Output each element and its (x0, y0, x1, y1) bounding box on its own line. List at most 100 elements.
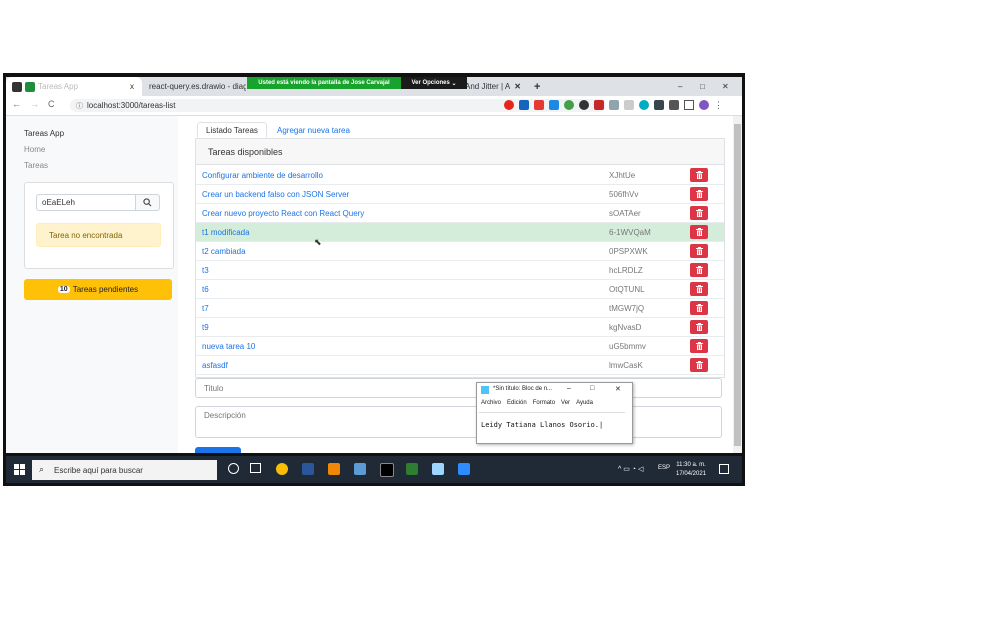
delete-task-button[interactable] (690, 320, 708, 334)
back-icon[interactable]: ← (12, 99, 21, 109)
menu-icon[interactable]: ⋮ (714, 100, 723, 110)
task-title[interactable]: Crear nuevo proyecto React con React Que… (202, 209, 364, 218)
cast-icon[interactable] (684, 100, 694, 110)
submit-button[interactable] (195, 447, 241, 453)
terminal-icon[interactable] (380, 463, 394, 477)
app-icon[interactable] (406, 463, 418, 475)
opera-icon[interactable] (504, 100, 514, 110)
extension-icon[interactable] (594, 100, 604, 110)
extension-icon[interactable] (639, 100, 649, 110)
delete-task-button[interactable] (690, 225, 708, 239)
task-title[interactable]: t3 (202, 266, 209, 275)
extension-icon[interactable] (579, 100, 589, 110)
word-icon[interactable] (302, 463, 314, 475)
reload-icon[interactable]: C (48, 99, 55, 109)
menu-archivo[interactable]: Archivo (481, 400, 501, 406)
tray-icons[interactable]: ^ ▭ ◔ ◁ (618, 465, 643, 473)
tab-tareas-app[interactable]: Tareas App x (6, 77, 142, 96)
extension-icon[interactable] (654, 100, 664, 110)
extension-icon[interactable] (519, 100, 529, 110)
new-tab-button[interactable]: + (534, 77, 546, 96)
menu-ayuda[interactable]: Ayuda (576, 400, 593, 406)
close-window-button[interactable]: ✕ (722, 77, 734, 96)
close-icon[interactable]: x (130, 82, 134, 91)
table-row[interactable]: t9 kgNvasD (196, 318, 724, 337)
task-title[interactable]: nueva tarea 10 (202, 342, 255, 351)
search-input[interactable] (36, 194, 136, 211)
pending-tasks-button[interactable]: 10 Tareas pendientes (24, 279, 172, 300)
table-row[interactable]: asfasdf lmwCasK (196, 356, 724, 375)
table-row[interactable]: t1 modificada 6-1WVQaM (196, 223, 724, 242)
task-title[interactable]: t2 cambiada (202, 247, 246, 256)
menu-edicion[interactable]: Edición (507, 400, 527, 406)
clock-date: 17/04/2021 (676, 471, 707, 477)
zoom-icon[interactable] (458, 463, 470, 475)
page-scrollbar[interactable] (733, 116, 742, 453)
description-input[interactable] (195, 406, 722, 438)
title-input[interactable] (195, 378, 722, 398)
nav-home[interactable]: Home (24, 145, 45, 154)
scrollbar-thumb[interactable] (734, 124, 741, 446)
minimize-button[interactable]: – (678, 77, 690, 96)
notepad-text-area[interactable]: Leidy Tatiana Llanos Osorio.| (479, 412, 625, 441)
table-row[interactable]: Crear un backend falso con JSON Server 50… (196, 185, 724, 204)
delete-task-button[interactable] (690, 339, 708, 353)
menu-ver[interactable]: Ver (561, 400, 570, 406)
delete-task-button[interactable] (690, 301, 708, 315)
avatar[interactable] (699, 100, 709, 110)
notepad-icon[interactable] (432, 463, 444, 475)
taskbar-search[interactable]: ⌕ Escribe aquí para buscar (32, 460, 217, 480)
close-button[interactable]: ✕ (615, 385, 621, 393)
extension-icon[interactable] (624, 100, 634, 110)
task-title[interactable]: Configurar ambiente de desarrollo (202, 171, 323, 180)
file-explorer-icon[interactable] (354, 463, 366, 475)
windows-start-icon[interactable] (14, 464, 25, 475)
task-title[interactable]: t1 modificada (202, 228, 250, 237)
drawio-icon[interactable] (328, 463, 340, 475)
task-title[interactable]: t6 (202, 285, 209, 294)
task-title[interactable]: t9 (202, 323, 209, 332)
extension-icon[interactable] (609, 100, 619, 110)
delete-task-button[interactable] (690, 206, 708, 220)
tab-agregar-tarea[interactable]: Agregar nueva tarea (269, 122, 364, 138)
task-title[interactable]: Crear un backend falso con JSON Server (202, 190, 349, 199)
maximize-button[interactable]: □ (700, 77, 712, 96)
table-row[interactable]: t6 OtQTUNL (196, 280, 724, 299)
tab-listado-tareas[interactable]: Listado Tareas (197, 122, 267, 138)
chrome-icon[interactable] (276, 463, 288, 475)
keyboard-language[interactable]: ESP (658, 465, 670, 471)
share-options-button[interactable]: Ver Opciones ⌄ (401, 77, 467, 89)
task-view-icon[interactable] (250, 463, 261, 473)
table-row[interactable]: t3 hcLRDLZ (196, 261, 724, 280)
close-icon[interactable]: ✕ (514, 82, 521, 91)
extension-icon[interactable] (564, 100, 574, 110)
table-row[interactable]: nueva tarea 10 uG5bmmv (196, 337, 724, 356)
minimize-button[interactable]: – (567, 385, 571, 392)
table-row[interactable]: Configurar ambiente de desarrollo XJhtUe (196, 166, 724, 185)
delete-task-button[interactable] (690, 282, 708, 296)
table-row[interactable]: t2 cambiada 0PSPXWK (196, 242, 724, 261)
delete-task-button[interactable] (690, 168, 708, 182)
table-row[interactable]: t7 tMGW7jQ (196, 299, 724, 318)
forward-icon[interactable]: → (30, 99, 39, 109)
delete-task-button[interactable] (690, 244, 708, 258)
task-title[interactable]: t7 (202, 304, 209, 313)
maximize-button[interactable]: □ (590, 385, 594, 392)
notification-icon[interactable] (719, 464, 729, 474)
nav-tareas[interactable]: Tareas (24, 161, 48, 170)
extension-icon[interactable] (549, 100, 559, 110)
extension-icon[interactable] (534, 100, 544, 110)
task-title[interactable]: asfasdf (202, 361, 228, 370)
menu-formato[interactable]: Formato (533, 400, 555, 406)
search-button[interactable] (136, 194, 160, 211)
tab-jitter[interactable]: f And Jitter | A ✕ (461, 77, 531, 96)
delete-task-button[interactable] (690, 358, 708, 372)
tab-drawio[interactable]: react-query.es.drawio - diagrams.net (146, 77, 246, 96)
puzzle-icon[interactable] (669, 100, 679, 110)
cortana-icon[interactable] (228, 463, 239, 474)
taskbar-clock[interactable]: 11:30 a. m. 17/04/2021 (676, 461, 706, 479)
delete-task-button[interactable] (690, 187, 708, 201)
extensions-bar: ⋮ (504, 100, 723, 110)
table-row[interactable]: Crear nuevo proyecto React con React Que… (196, 204, 724, 223)
delete-task-button[interactable] (690, 263, 708, 277)
